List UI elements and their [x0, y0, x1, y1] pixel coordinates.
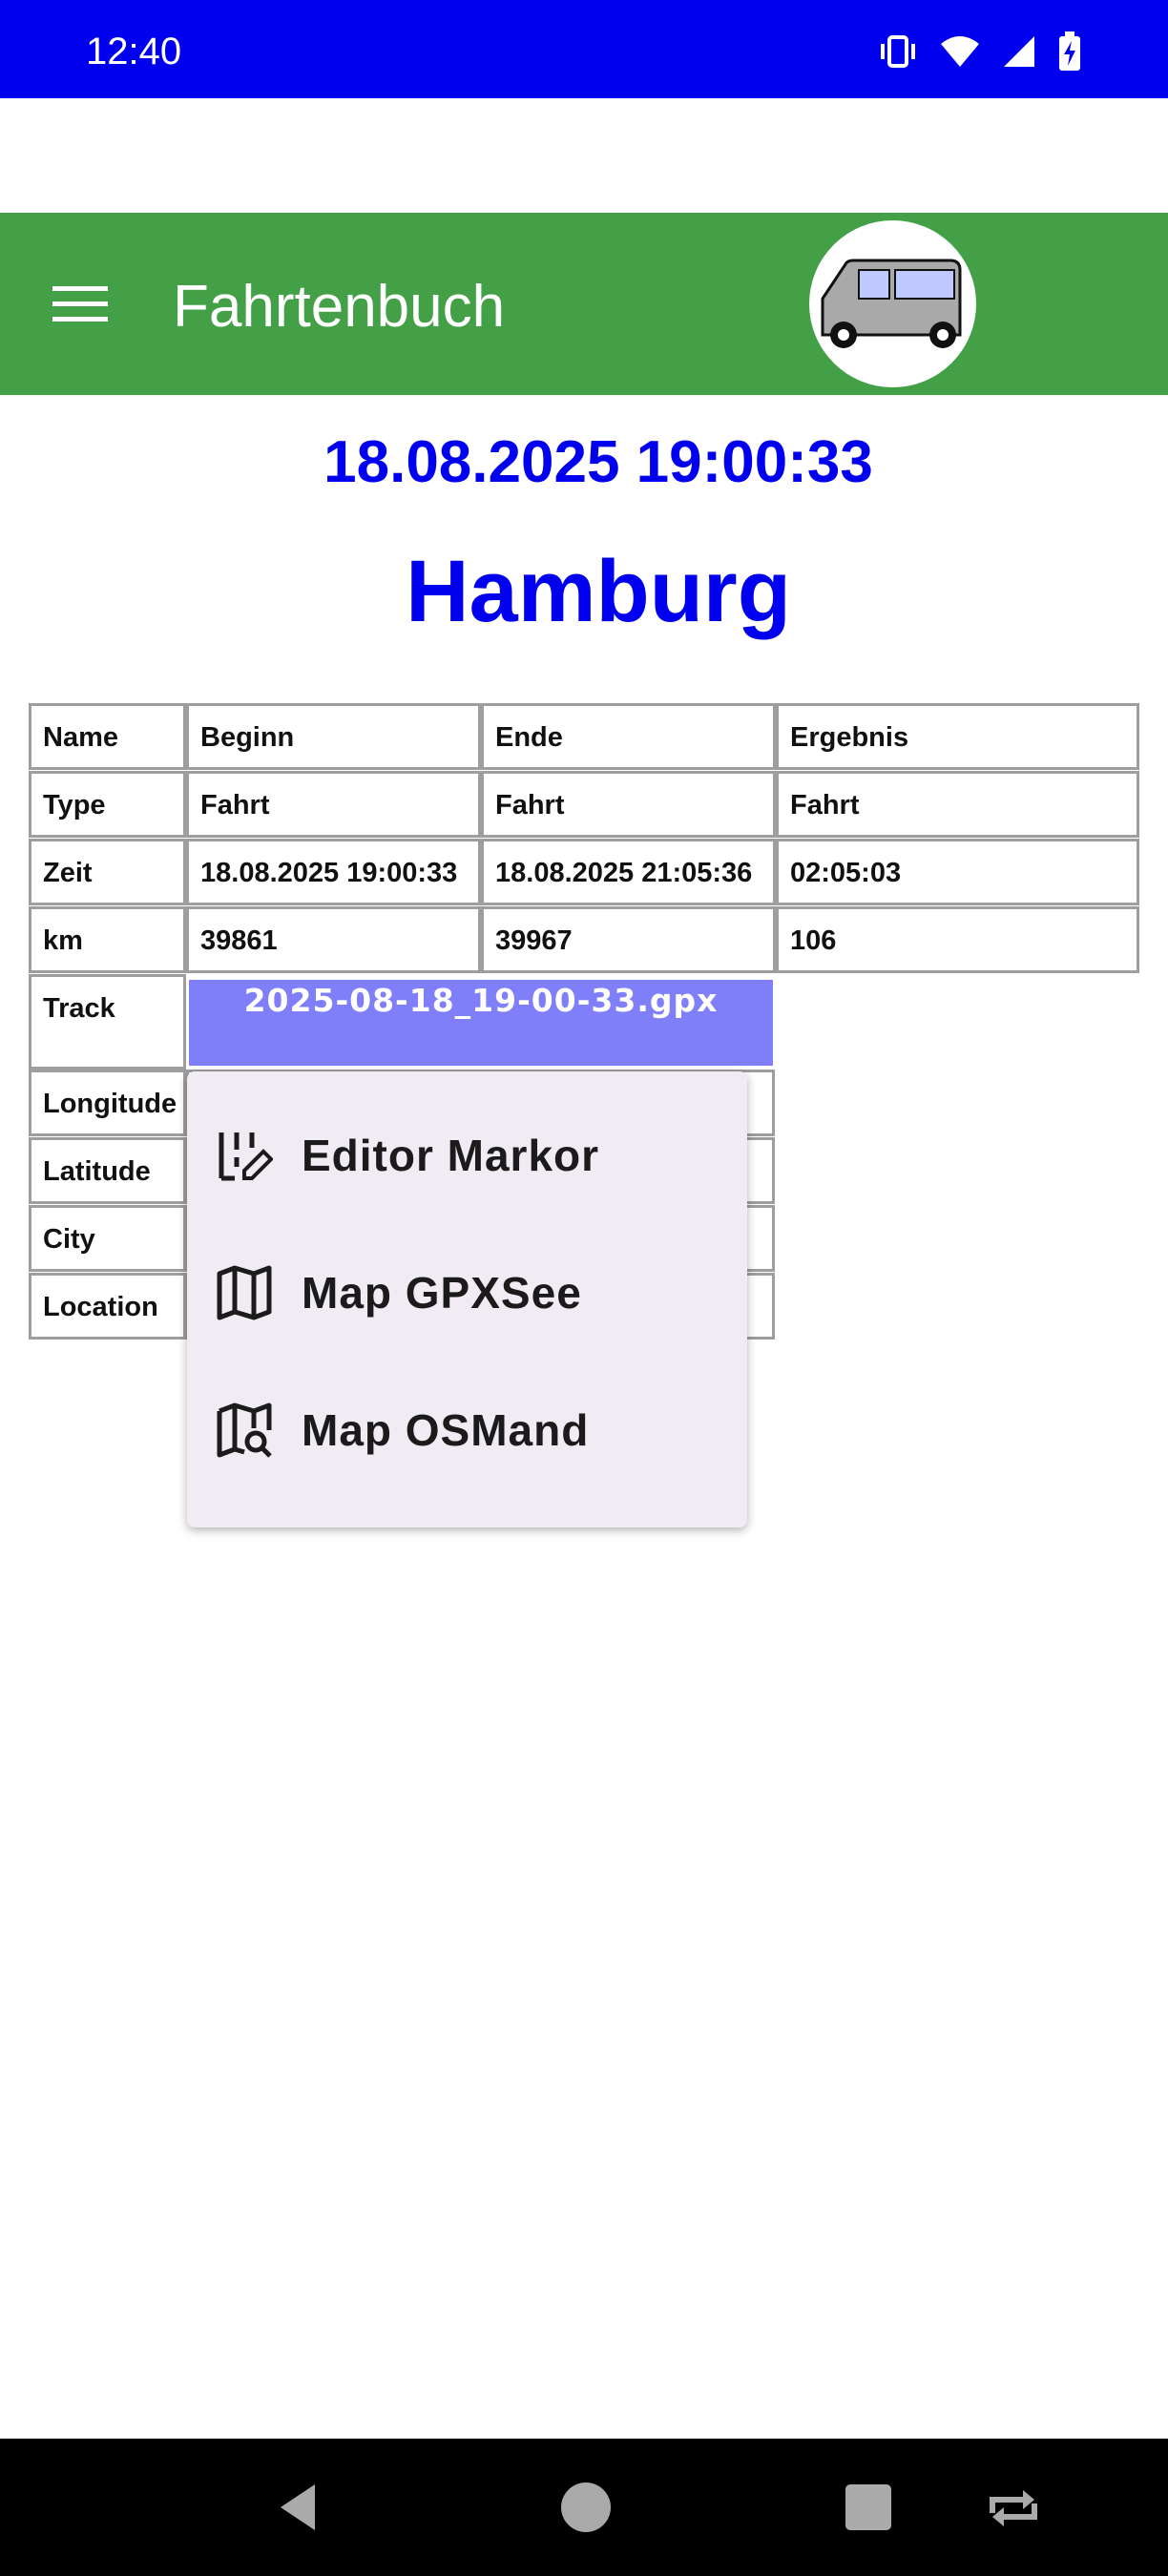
track-file-link[interactable]: 2025-08-18_19-00-33.gpx [189, 980, 773, 1066]
van-icon [821, 259, 962, 348]
trip-datetime: 18.08.2025 19:00:33 [323, 429, 873, 495]
menu-item-editor-markor[interactable]: Editor Markor [187, 1091, 747, 1205]
recents-button[interactable] [840, 2479, 897, 2536]
recents-icon [845, 2484, 891, 2530]
table-row-location-label: Location [29, 1273, 186, 1340]
table-row-zeit-ergebnis: 02:05:03 [776, 839, 1139, 905]
table-header-name: Name [29, 703, 186, 770]
app-bar: Fahrtenbuch [0, 213, 1168, 395]
menu-button[interactable] [38, 270, 122, 339]
battery-charging-icon [1059, 31, 1080, 71]
table-row-latitude-label: Latitude [29, 1137, 186, 1204]
van-logo-button[interactable] [809, 220, 976, 387]
menu-item-label: Map GPXSee [302, 1268, 582, 1318]
status-icons [878, 29, 1082, 74]
table-row-zeit-label: Zeit [29, 839, 186, 905]
table-row-km-ergebnis: 106 [776, 906, 1139, 973]
app-title: Fahrtenbuch [173, 274, 506, 340]
table-row-longitude-label: Longitude [29, 1070, 186, 1136]
table-row-km-ende: 39967 [481, 906, 776, 973]
menu-item-label: Map OSMand [302, 1405, 590, 1455]
open-with-popup-menu: Editor Markor Map GPXSee Map OSMand [187, 1071, 747, 1527]
hamburger-menu-icon [52, 286, 108, 322]
table-header-ende: Ende [481, 703, 776, 770]
edit-document-icon [219, 1132, 273, 1181]
table-row-type-label: Type [29, 771, 186, 838]
system-nav-bar [0, 2439, 1168, 2576]
table-row-km-label: km [29, 906, 186, 973]
table-row-zeit-beginn: 18.08.2025 19:00:33 [186, 839, 481, 905]
back-button[interactable] [267, 2477, 328, 2538]
home-icon [561, 2483, 611, 2532]
vibrate-icon [881, 35, 915, 68]
map-icon [217, 1265, 272, 1320]
table-header-ergebnis: Ergebnis [776, 703, 1139, 770]
table-row-zeit-ende: 18.08.2025 21:05:36 [481, 839, 776, 905]
menu-item-map-osmand[interactable]: Map OSMand [187, 1365, 747, 1480]
trip-city: Hamburg [406, 543, 791, 640]
table-row-type-beginn: Fahrt [186, 771, 481, 838]
status-bar: 12:40 [0, 0, 1168, 98]
table-row-track-label: Track [29, 974, 186, 1070]
rotate-icon [990, 2490, 1037, 2526]
table-row-city-label: City [29, 1205, 186, 1272]
wifi-icon [941, 36, 979, 67]
signal-icon [1004, 36, 1034, 67]
table-header-beginn: Beginn [186, 703, 481, 770]
menu-item-map-gpxsee[interactable]: Map GPXSee [187, 1228, 747, 1342]
menu-item-label: Editor Markor [302, 1131, 600, 1180]
table-row-km-beginn: 39861 [186, 906, 481, 973]
home-button[interactable] [553, 2475, 618, 2540]
rotate-button[interactable] [983, 2477, 1044, 2538]
back-icon [281, 2484, 315, 2530]
table-row-type-ende: Fahrt [481, 771, 776, 838]
map-search-icon [217, 1402, 272, 1458]
status-time: 12:40 [86, 31, 182, 73]
table-row-type-ergebnis: Fahrt [776, 771, 1139, 838]
